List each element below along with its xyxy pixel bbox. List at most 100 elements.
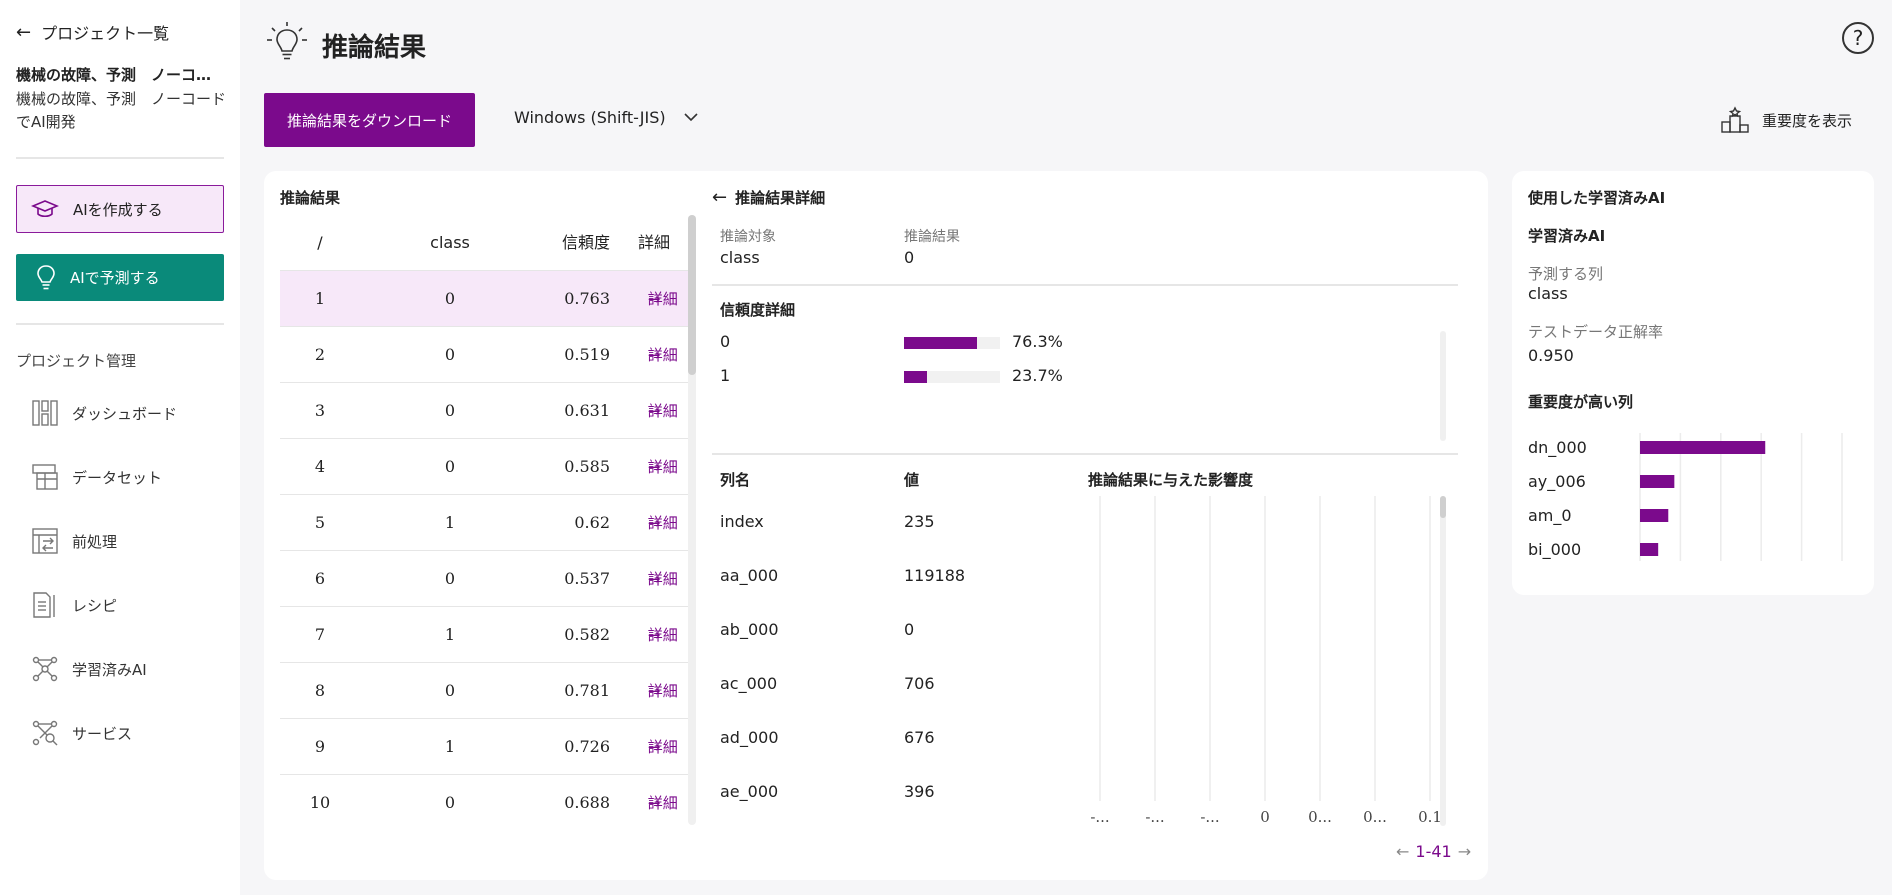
detail-link[interactable]: 詳細 → xyxy=(620,775,688,831)
detail-link-label: 詳細 xyxy=(647,794,678,812)
lightbulb-icon xyxy=(36,264,56,292)
x-tick-label: -... xyxy=(1090,808,1109,826)
table-row[interactable]: 8 0 0.781 詳細 → xyxy=(280,662,688,718)
confidence-class-label: 0 xyxy=(720,332,731,351)
sidebar-item-dashboard[interactable]: ダッシュボード xyxy=(30,398,177,428)
confidence-bar xyxy=(904,337,1000,349)
arrow-left-icon[interactable]: ← xyxy=(712,187,727,208)
sidebar-item-dataset[interactable]: データセット xyxy=(30,462,162,492)
column-header: / xyxy=(317,233,323,252)
row-class: 0 xyxy=(444,457,456,476)
create-ai-button[interactable]: AIを作成する xyxy=(16,185,224,233)
sidebar-item-service[interactable]: サービス xyxy=(30,718,132,748)
column-header: 信頼度 xyxy=(561,233,610,252)
feature-value: 119188 xyxy=(904,566,966,585)
page-header: 推論結果 xyxy=(264,20,426,70)
back-to-projects-link[interactable]: ← プロジェクト一覧 xyxy=(16,20,169,44)
confidence-title: 信頼度詳細 xyxy=(720,301,796,319)
sidebar-item-preprocess[interactable]: 前処理 xyxy=(30,526,117,556)
scrollbar-thumb[interactable] xyxy=(688,215,696,375)
arrow-right-icon[interactable]: → xyxy=(1458,842,1471,861)
table-row[interactable]: 5 1 0.62 詳細 → xyxy=(280,494,688,550)
row-class: 0 xyxy=(444,681,456,700)
feature-name: ac_000 xyxy=(720,674,778,693)
table-row[interactable]: 3 0 0.631 詳細 → xyxy=(280,382,688,438)
encoding-value: Windows (Shift-JIS) xyxy=(514,108,666,127)
project-description: 機械の故障、予測 ノーコードでAI開発 xyxy=(16,90,227,131)
sidebar-item-label: 学習済みAI xyxy=(72,660,147,679)
divider xyxy=(16,157,224,159)
sidebar-item-recipe[interactable]: レシピ xyxy=(30,590,117,620)
results-table-header: / class 信頼度 詳細 xyxy=(280,223,688,263)
detail-link[interactable]: 詳細 → xyxy=(620,663,688,719)
lightbulb-icon xyxy=(264,20,310,70)
row-confidence: 0.631 xyxy=(564,401,610,420)
sidebar-item-trained-ai[interactable]: 学習済みAI xyxy=(30,654,147,684)
column-header: class xyxy=(430,233,470,252)
importance-bar xyxy=(1640,441,1766,454)
table-row[interactable]: 4 0 0.585 詳細 → xyxy=(280,438,688,494)
influence-title: 推論結果に与えた影響度 xyxy=(1088,471,1254,489)
feature-value: 676 xyxy=(904,728,935,747)
table-row[interactable]: 7 1 0.582 詳細 → xyxy=(280,606,688,662)
result-value: 0 xyxy=(904,248,915,267)
table-row[interactable]: 1 0 0.763 詳細 → xyxy=(280,270,688,326)
detail-link[interactable]: 詳細 → xyxy=(620,439,688,495)
category-label: ay_006 xyxy=(1528,472,1586,492)
feature-value: 396 xyxy=(904,782,935,801)
row-confidence: 0.582 xyxy=(564,625,610,644)
x-tick-label: 0.1 xyxy=(1418,808,1442,826)
sidebar-item-label: ダッシュボード xyxy=(72,404,178,423)
importance-bar xyxy=(1640,475,1675,488)
scrollbar-thumb[interactable] xyxy=(1440,496,1446,518)
detail-link[interactable]: 詳細 → xyxy=(620,327,688,383)
target-value: class xyxy=(720,248,760,267)
chevron-down-icon xyxy=(684,110,698,126)
importance-title: 重要度が高い列 xyxy=(1528,393,1634,411)
results-scrollbar[interactable] xyxy=(688,215,696,825)
download-results-button[interactable]: 推論結果をダウンロード xyxy=(264,93,475,147)
predict-ai-button[interactable]: AIで予測する xyxy=(16,254,224,301)
arrow-left-icon[interactable]: ← xyxy=(1396,842,1409,861)
detail-link[interactable]: 詳細 → xyxy=(620,551,688,607)
row-confidence: 0.585 xyxy=(564,457,610,476)
feature-value: 0 xyxy=(904,620,915,639)
accuracy-value: 0.950 xyxy=(1528,346,1574,365)
features-scrollbar[interactable] xyxy=(1440,496,1446,826)
column-header: 詳細 xyxy=(637,233,670,252)
encoding-select[interactable]: Windows (Shift-JIS) xyxy=(514,108,698,127)
detail-link-label: 詳細 xyxy=(647,514,678,532)
help-icon[interactable]: ? xyxy=(1842,22,1874,54)
importance-chart: 00.020.040.060.080.1dn_000ay_006am_0bi_0… xyxy=(1528,433,1843,561)
detail-link-label: 詳細 xyxy=(647,346,678,364)
recipe-icon xyxy=(30,590,60,620)
table-row[interactable]: 10 0 0.688 詳細 → xyxy=(280,774,688,830)
detail-link[interactable]: 詳細 → xyxy=(620,383,688,439)
value-header: 値 xyxy=(904,471,920,489)
detail-link-label: 詳細 xyxy=(647,738,678,756)
row-confidence: 0.763 xyxy=(564,289,610,308)
category-label: dn_000 xyxy=(1528,438,1587,458)
confidence-scrollbar[interactable] xyxy=(1440,331,1446,441)
back-link-label: プロジェクト一覧 xyxy=(41,24,170,43)
detail-link[interactable]: 詳細 → xyxy=(620,719,688,775)
confidence-bar-fill xyxy=(904,337,978,349)
dataset-icon xyxy=(30,462,60,492)
page-range: 1-41 xyxy=(1415,842,1452,861)
detail-link[interactable]: 詳細 → xyxy=(620,495,688,551)
row-number: 3 xyxy=(314,401,326,420)
table-row[interactable]: 9 1 0.726 詳細 → xyxy=(280,718,688,774)
predict-column-label: 予測する列 xyxy=(1528,265,1604,283)
trained-ai-icon xyxy=(30,654,60,684)
detail-link[interactable]: 詳細 → xyxy=(620,607,688,663)
sidebar-item-label: 前処理 xyxy=(72,532,118,551)
arrow-left-icon: ← xyxy=(16,21,32,43)
show-importance-button[interactable]: 重要度を表示 xyxy=(1720,106,1852,134)
table-row[interactable]: 2 0 0.519 詳細 → xyxy=(280,326,688,382)
row-class: 1 xyxy=(444,513,456,532)
detail-link[interactable]: 詳細 → xyxy=(620,271,688,327)
row-class: 1 xyxy=(444,737,456,756)
category-label: bi_000 xyxy=(1528,540,1581,560)
table-row[interactable]: 6 0 0.537 詳細 → xyxy=(280,550,688,606)
detail-link-label: 詳細 xyxy=(647,682,678,700)
